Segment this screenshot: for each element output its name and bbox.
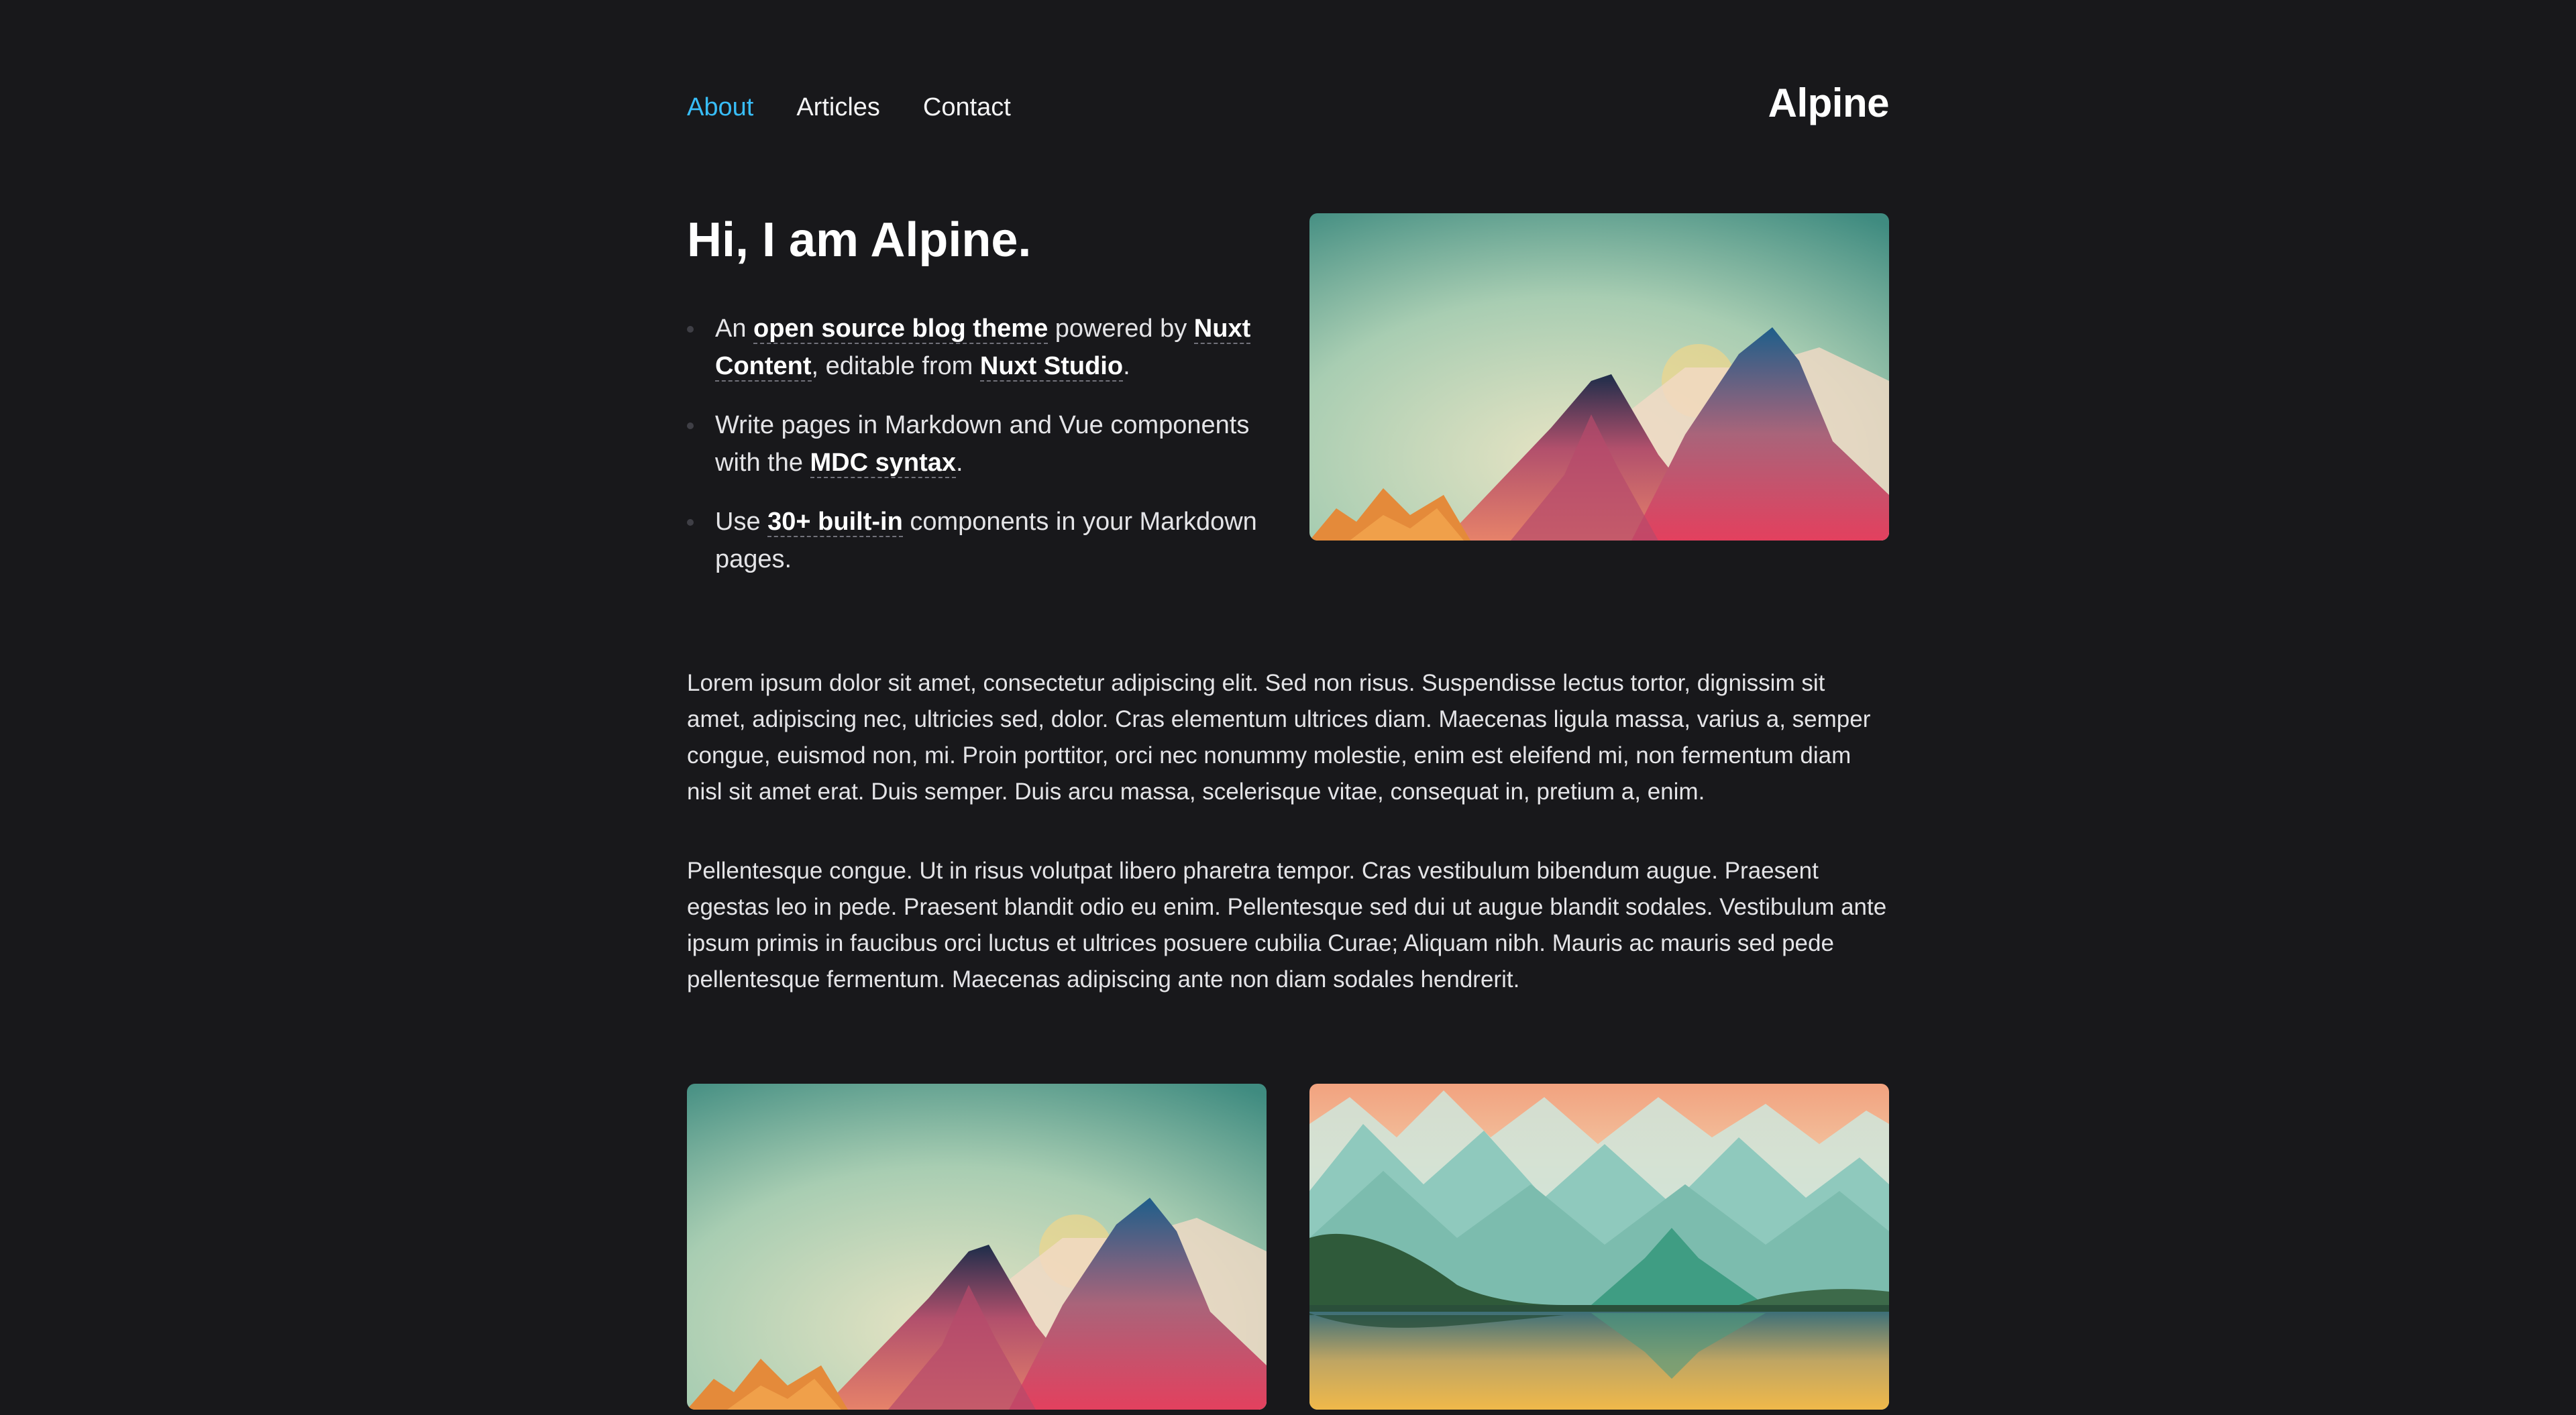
lake-landscape-illustration (1309, 1084, 1889, 1410)
hero-list-item: Use 30+ built-in components in your Mark… (687, 503, 1291, 578)
nav-link-about[interactable]: About (687, 91, 753, 123)
text-span: Use (715, 508, 768, 536)
link-built-in-components[interactable]: 30+ built-in (767, 508, 903, 537)
hero-list-item: Write pages in Markdown and Vue componen… (687, 406, 1291, 482)
gallery-image-mountains (687, 1084, 1267, 1410)
hero-feature-list: An open source blog theme powered by Nux… (687, 310, 1291, 600)
bullet-dot (687, 422, 694, 429)
nav-link-contact[interactable]: Contact (923, 91, 1011, 123)
gallery-image-lake (1309, 1084, 1889, 1410)
site-logo[interactable]: Alpine (1768, 79, 1890, 127)
mountains-illustration (1309, 213, 1889, 541)
text-span: Write pages in Markdown and Vue componen… (715, 411, 1250, 477)
page: About Articles Contact Alpine Hi, I am A… (0, 0, 2576, 1415)
hero-image (1309, 213, 1889, 541)
bullet-dot (687, 519, 694, 526)
main-nav: About Articles Contact (687, 91, 1054, 123)
content-paragraph-1: Lorem ipsum dolor sit amet, consectetur … (687, 670, 1871, 805)
text-span: powered by (1048, 315, 1194, 343)
hero-title: Hi, I am Alpine. (687, 213, 1032, 267)
text-span: An (715, 315, 754, 343)
text-span: . (1123, 352, 1130, 380)
hero-list-item: An open source blog theme powered by Nux… (687, 310, 1291, 385)
text-span: , editable from (811, 352, 980, 380)
link-nuxt-studio[interactable]: Nuxt Studio (979, 352, 1124, 382)
nav-link-articles[interactable]: Articles (796, 91, 880, 123)
mountains-illustration (687, 1084, 1267, 1410)
site-header: About Articles Contact Alpine (687, 79, 1890, 137)
link-mdc-syntax[interactable]: MDC syntax (810, 449, 957, 478)
link-open-source-blog-theme[interactable]: open source blog theme (753, 315, 1049, 344)
text-span: . (956, 449, 963, 477)
content-paragraph-2: Pellentesque congue. Ut in risus volutpa… (687, 858, 1887, 993)
bullet-dot (687, 326, 694, 333)
